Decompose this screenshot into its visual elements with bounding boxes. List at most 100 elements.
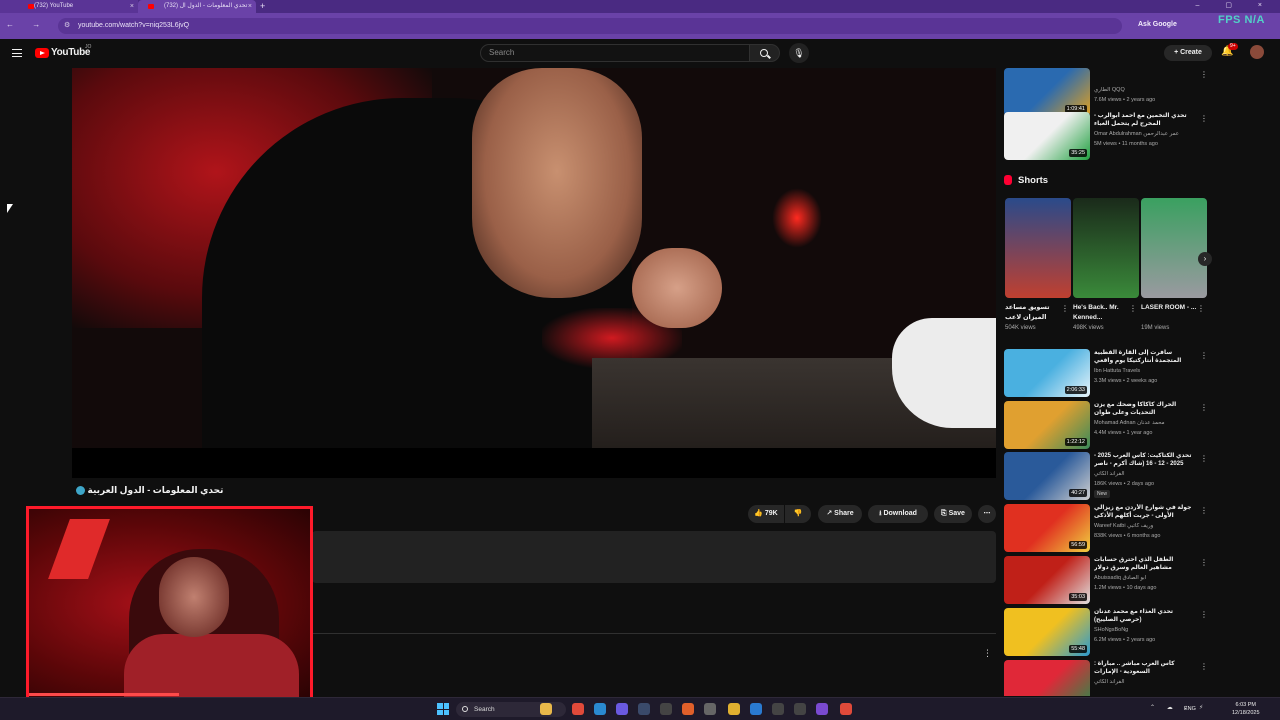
short-item[interactable]: LASER ROOM - ... 19M views ⋮	[1141, 198, 1207, 331]
more-options-icon[interactable]: ⋮	[1200, 454, 1208, 463]
more-options-icon[interactable]: ⋮	[1200, 558, 1208, 567]
more-options-icon[interactable]: ⋮	[1129, 304, 1137, 313]
video-title[interactable]: الطفل الذي احترق حسابات مشاهير العالم وس…	[1094, 556, 1194, 572]
new-tab-button[interactable]: +	[260, 0, 265, 12]
video-thumbnail[interactable]: 55:48	[1004, 608, 1090, 656]
search-input[interactable]: Search	[480, 44, 750, 62]
short-title[interactable]: LASER ROOM - ...	[1141, 303, 1197, 323]
list-item[interactable]: 2:06:33 سافرت إلى القارة القطبية المتجمدة…	[1004, 349, 1210, 399]
channel-name[interactable]: SHoNgsBoNg	[1094, 627, 1194, 633]
video-title[interactable]: الحراك كاكاكا وضحك مع يزن التحديات وعلى …	[1094, 401, 1194, 417]
menu-icon[interactable]	[12, 49, 22, 57]
more-options-icon[interactable]: ⋮	[1061, 304, 1069, 313]
video-title[interactable]: جولة في شوارع الأردن مع زيزالي الأولى - …	[1094, 504, 1194, 520]
channel-name[interactable]: Abuissadiq ابو الصادق	[1094, 575, 1194, 581]
channel-name[interactable]: الفراند الكاتي	[1094, 679, 1194, 685]
browser-tab-video[interactable]: (732) تحدي المعلومات - الدول ال ×	[138, 0, 256, 13]
channel-name[interactable]: الطاري QQQ	[1094, 87, 1194, 93]
video-thumbnail[interactable]: 35:03	[1004, 556, 1090, 604]
more-options-icon[interactable]: ⋮	[1200, 662, 1208, 671]
avatar[interactable]	[1250, 45, 1264, 59]
obs-icon[interactable]	[660, 703, 672, 715]
list-item[interactable]: 35:25 تحدي التخمين مع احمد أبوالرب - المخ…	[1004, 112, 1210, 162]
video-thumbnail[interactable]: 2:06:33	[1004, 349, 1090, 397]
video-thumbnail[interactable]	[1004, 660, 1090, 696]
files-icon[interactable]	[728, 703, 740, 715]
list-item[interactable]: 56:59 جولة في شوارع الأردن مع زيزالي الأو…	[1004, 504, 1210, 554]
video-title[interactable]: تحدي الغذاء مع محمد عدنان (حرصي الصليبح)	[1094, 608, 1194, 624]
search-button[interactable]	[750, 44, 780, 62]
list-item[interactable]: 35:03 الطفل الذي احترق حسابات مشاهير العا…	[1004, 556, 1210, 606]
video-thumbnail[interactable]: 40:27	[1004, 452, 1090, 500]
system-tray-icons[interactable]: ⌃ ☁ ♪ ⚡	[1150, 704, 1208, 711]
discord-icon[interactable]	[616, 703, 628, 715]
list-item[interactable]: 1:22:12 الحراك كاكاكا وضحك مع يزن التحديا…	[1004, 401, 1210, 451]
channel-name[interactable]: Mohamad Adnan محمد عدنان	[1094, 420, 1194, 426]
channel-name[interactable]: Omar Abdulrahman عمر عبدالرحمن	[1094, 131, 1194, 137]
list-item[interactable]: كأس العرب مباشر .. مباراة : السعودية - ا…	[1004, 660, 1210, 696]
short-item[interactable]: تسويق مساعد الميزان لاعب 504K views ⋮	[1005, 198, 1071, 331]
clock[interactable]: 6:03 PM 12/18/2025	[1232, 701, 1260, 717]
video-title[interactable]: تحدي التخمين مع احمد أبوالرب - المخرج لم…	[1094, 112, 1194, 128]
description-box[interactable]	[312, 531, 996, 583]
video-title[interactable]: كأس العرب مباشر .. مباراة : السعودية - ا…	[1094, 660, 1194, 676]
firefox-icon[interactable]	[682, 703, 694, 715]
short-title[interactable]: He's Back.. Mr. Kenned...	[1073, 303, 1129, 323]
video-thumbnail[interactable]: 1:22:12	[1004, 401, 1090, 449]
video-title[interactable]: سافرت إلى القارة القطبية المتجمدة أنتارك…	[1094, 349, 1194, 365]
active-browser-icon[interactable]	[840, 703, 852, 715]
more-options-icon[interactable]: ⋮	[1200, 506, 1208, 515]
chrome-icon[interactable]	[572, 703, 584, 715]
list-item[interactable]: 40:27 تحدي الكتاكيت: كأس العرب 2025 - 202…	[1004, 452, 1210, 502]
settings-icon[interactable]	[704, 703, 716, 715]
short-title[interactable]: تسويق مساعد الميزان لاعب	[1005, 303, 1061, 323]
download-button[interactable]: ⭳ Download	[868, 505, 928, 523]
site-info-icon[interactable]: ⚙	[64, 18, 70, 34]
file-explorer-app-icon[interactable]	[540, 703, 552, 715]
short-thumbnail[interactable]	[1073, 198, 1139, 298]
save-button[interactable]: ⎘ Save	[934, 505, 972, 523]
more-options-icon[interactable]: ⋮	[1200, 351, 1208, 360]
short-item[interactable]: He's Back.. Mr. Kenned... 498K views ⋮	[1073, 198, 1139, 331]
window-controls[interactable]: – ▢ ×	[1196, 0, 1274, 12]
short-thumbnail[interactable]	[1141, 198, 1207, 298]
app-icon[interactable]	[816, 703, 828, 715]
list-item[interactable]: 55:48 تحدي الغذاء مع محمد عدنان (حرصي الص…	[1004, 608, 1210, 658]
more-options-icon[interactable]: ⋮	[983, 648, 992, 659]
list-item[interactable]: 1:09:41 الطاري QQQ 7.6M views • 2 years ag…	[1004, 68, 1210, 118]
more-actions-button[interactable]: ⋯	[978, 505, 996, 523]
shorts-next-button[interactable]: ›	[1198, 252, 1212, 266]
ask-google-button[interactable]: Ask Google	[1138, 21, 1177, 28]
video-title[interactable]: تحدي الكتاكيت: كأس العرب 2025 - 2025 - 1…	[1094, 452, 1194, 468]
channel-name[interactable]: الفراند الكاتي	[1094, 471, 1194, 477]
video-thumbnail[interactable]: 56:59	[1004, 504, 1090, 552]
more-options-icon[interactable]: ⋮	[1197, 304, 1205, 313]
url-field[interactable]: ⚙ youtube.com/watch?v=niq253L6jvQ	[58, 18, 1122, 34]
browser-tab-youtube[interactable]: (732) YouTube ×	[0, 0, 138, 13]
like-button[interactable]: 👍 79K	[748, 505, 784, 523]
steam-icon[interactable]	[638, 703, 650, 715]
youtube-logo-icon[interactable]	[35, 48, 49, 58]
edge-icon[interactable]	[594, 703, 606, 715]
more-options-icon[interactable]: ⋮	[1200, 610, 1208, 619]
app-icon[interactable]	[772, 703, 784, 715]
close-tab-icon[interactable]: ×	[130, 0, 134, 13]
share-button[interactable]: ↗ Share	[818, 505, 862, 523]
channel-name[interactable]: Wareef Katbi وريف كاتبي	[1094, 523, 1194, 529]
dislike-button[interactable]: 👎	[785, 505, 811, 523]
more-options-icon[interactable]: ⋮	[1200, 403, 1208, 412]
short-thumbnail[interactable]	[1005, 198, 1071, 298]
app-icon[interactable]	[794, 703, 806, 715]
more-options-icon[interactable]: ⋮	[1200, 70, 1208, 79]
more-options-icon[interactable]: ⋮	[1200, 114, 1208, 123]
video-player[interactable]	[72, 68, 996, 448]
video-thumbnail[interactable]: 35:25	[1004, 112, 1090, 160]
channel-name[interactable]: Ibn Hattuta Travels	[1094, 368, 1194, 374]
video-thumbnail[interactable]: 1:09:41	[1004, 68, 1090, 116]
voice-search-button[interactable]: 🎙	[789, 43, 809, 63]
mail-icon[interactable]	[750, 703, 762, 715]
language-indicator[interactable]: ENG	[1184, 706, 1196, 712]
windows-start-icon[interactable]	[437, 703, 449, 715]
close-tab-icon[interactable]: ×	[248, 0, 252, 13]
create-button[interactable]: + Create	[1164, 45, 1212, 61]
